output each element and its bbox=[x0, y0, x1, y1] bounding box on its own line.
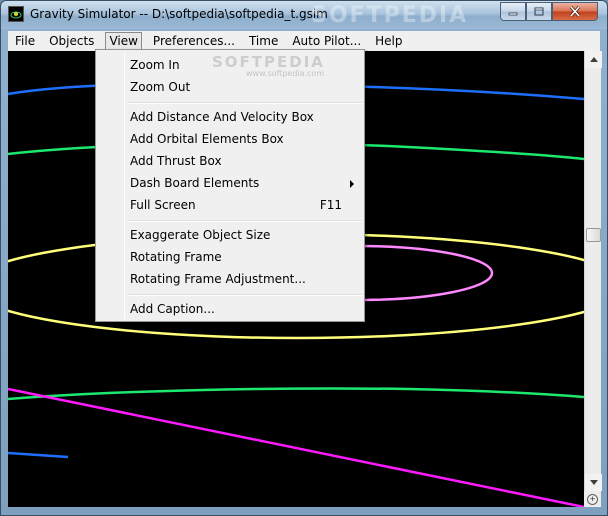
title-watermark: SOFTPEDIA bbox=[311, 3, 469, 28]
maximize-button[interactable] bbox=[526, 2, 552, 21]
close-icon bbox=[569, 6, 581, 17]
menu-help[interactable]: Help bbox=[368, 32, 409, 50]
app-window: Gravity Simulator -- D:\softpedia\softpe… bbox=[0, 0, 608, 516]
minimize-icon bbox=[508, 12, 518, 15]
window-title: Gravity Simulator -- D:\softpedia\softpe… bbox=[30, 7, 328, 21]
menu-item-label: Rotating Frame bbox=[130, 250, 222, 264]
corner-grip[interactable]: + bbox=[584, 491, 601, 507]
menu-item-dash-board-elements[interactable]: Dash Board Elements bbox=[98, 172, 362, 194]
menu-item-zoom-out[interactable]: Zoom Out bbox=[98, 76, 362, 98]
title-bar[interactable]: Gravity Simulator -- D:\softpedia\softpe… bbox=[1, 1, 607, 29]
menu-item-add-caption[interactable]: Add Caption... bbox=[98, 298, 362, 320]
menu-item-add-thrust-box[interactable]: Add Thrust Box bbox=[98, 150, 362, 172]
scroll-down-button[interactable] bbox=[585, 474, 602, 491]
menu-separator bbox=[128, 220, 362, 222]
menu-item-shortcut: F11 bbox=[319, 198, 342, 212]
crosshair-icon: + bbox=[587, 493, 598, 505]
menu-bar: File Objects View Preferences... Time Au… bbox=[8, 31, 600, 51]
trajectory-magenta bbox=[8, 387, 584, 507]
menu-item-add-orbital-elements-box[interactable]: Add Orbital Elements Box bbox=[98, 128, 362, 150]
menu-item-label: Dash Board Elements bbox=[130, 176, 260, 190]
submenu-arrow-icon bbox=[350, 180, 354, 188]
vertical-scrollbar[interactable] bbox=[584, 51, 602, 491]
scroll-up-button[interactable] bbox=[585, 51, 602, 68]
menu-item-full-screen[interactable]: Full Screen F11 bbox=[98, 194, 362, 216]
menu-file[interactable]: File bbox=[8, 32, 42, 50]
scroll-up-arrow-icon bbox=[589, 57, 598, 62]
menu-item-rotating-frame[interactable]: Rotating Frame bbox=[98, 246, 362, 268]
menu-item-add-distance-velocity-box[interactable]: Add Distance And Velocity Box bbox=[98, 106, 362, 128]
menu-time[interactable]: Time bbox=[242, 32, 285, 50]
menu-item-label: Exaggerate Object Size bbox=[130, 228, 271, 242]
orbit-green-lower bbox=[8, 387, 584, 401]
menu-item-zoom-in[interactable]: Zoom In bbox=[98, 54, 362, 76]
menu-objects[interactable]: Objects bbox=[42, 32, 101, 50]
menu-item-label: Full Screen bbox=[130, 198, 196, 212]
menu-item-label: Zoom In bbox=[130, 58, 180, 72]
menu-separator bbox=[128, 102, 362, 104]
menu-item-label: Add Caption... bbox=[130, 302, 215, 316]
menu-item-label: Rotating Frame Adjustment... bbox=[130, 272, 306, 286]
scroll-down-arrow-icon bbox=[589, 480, 598, 485]
minimize-button[interactable] bbox=[500, 2, 526, 21]
trajectory-blue-short bbox=[8, 451, 69, 459]
view-menu-dropdown: SOFTPEDIA www.softpedia.com Zoom In Zoom… bbox=[95, 49, 365, 322]
app-icon[interactable] bbox=[8, 6, 24, 22]
menu-item-label: Add Distance And Velocity Box bbox=[130, 110, 314, 124]
menu-item-label: Zoom Out bbox=[130, 80, 191, 94]
menu-item-exaggerate-object-size[interactable]: Exaggerate Object Size bbox=[98, 224, 362, 246]
menu-item-label: Add Thrust Box bbox=[130, 154, 222, 168]
menu-separator bbox=[128, 294, 362, 296]
scroll-thumb[interactable] bbox=[586, 228, 601, 242]
menu-auto-pilot[interactable]: Auto Pilot... bbox=[285, 32, 368, 50]
close-button[interactable] bbox=[552, 2, 598, 21]
menu-item-rotating-frame-adjustment[interactable]: Rotating Frame Adjustment... bbox=[98, 268, 362, 290]
menu-item-label: Add Orbital Elements Box bbox=[130, 132, 284, 146]
maximize-icon bbox=[534, 7, 544, 16]
menu-preferences[interactable]: Preferences... bbox=[146, 32, 242, 50]
menu-view[interactable]: View bbox=[105, 32, 142, 50]
